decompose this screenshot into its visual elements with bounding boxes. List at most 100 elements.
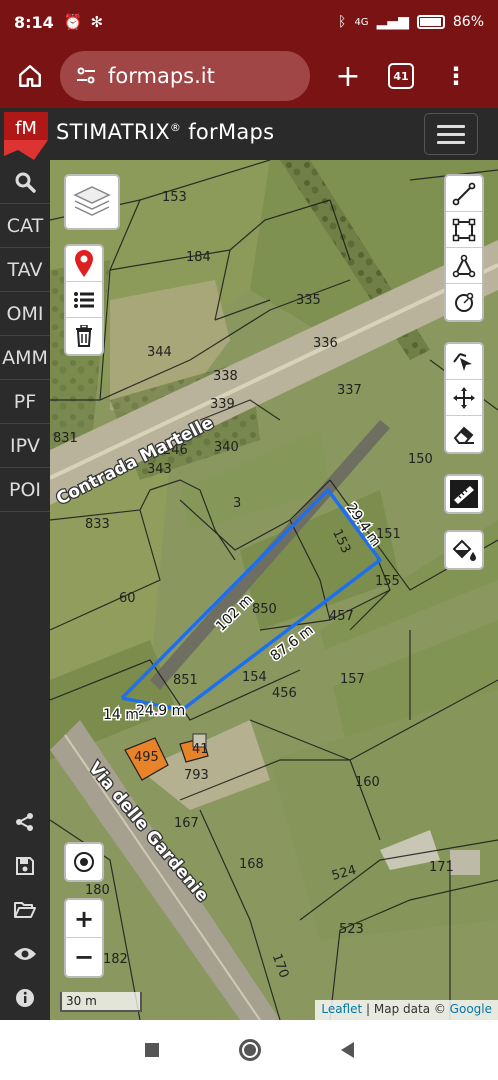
fill-color-button[interactable]: [444, 530, 484, 570]
measure-label: 14 m: [103, 707, 139, 723]
sidebar-item-cat[interactable]: CAT: [0, 204, 50, 248]
parcel-label: 340: [214, 440, 239, 455]
marker-toolbar: [64, 244, 104, 356]
draw-circle-button[interactable]: [446, 284, 482, 320]
parcel-label: 833: [85, 517, 110, 532]
parcel-label: 167: [174, 816, 199, 831]
save-button[interactable]: [0, 844, 50, 888]
polyline-icon: [452, 182, 476, 205]
zoom-control: + −: [64, 898, 104, 978]
app-header: fM STIMATRIX® forMaps: [0, 108, 498, 160]
home-system-button[interactable]: [238, 1039, 261, 1061]
leaflet-link[interactable]: Leaflet: [321, 1002, 362, 1016]
recent-apps-button[interactable]: [144, 1043, 159, 1057]
parcel-label: 184: [186, 250, 211, 265]
sidebar-item-tav[interactable]: TAV: [0, 248, 50, 292]
parcel-label: 154: [242, 670, 267, 685]
google-link[interactable]: Google: [450, 1002, 492, 1016]
locate-icon: [74, 852, 94, 872]
network-type: 4G: [354, 16, 369, 28]
locate-me-button[interactable]: [64, 842, 104, 882]
add-marker-button[interactable]: [66, 246, 102, 282]
draw-polygon-button[interactable]: [446, 248, 482, 284]
edit-vertices-button[interactable]: [446, 344, 482, 380]
parcel-label: 457: [329, 609, 354, 624]
home-icon: [19, 65, 41, 87]
battery-percent: 86%: [452, 14, 484, 30]
share-button[interactable]: [0, 800, 50, 844]
search-button[interactable]: [0, 160, 50, 204]
parcel-label: 336: [313, 336, 338, 351]
app-title: STIMATRIX® forMaps: [56, 120, 275, 144]
satellite-map[interactable]: 153 184 335 336 344 338 339 337 246 340 …: [50, 160, 498, 1020]
sync-icon: ✻: [90, 13, 104, 31]
open-folder-button[interactable]: [0, 888, 50, 932]
info-button[interactable]: [0, 976, 50, 1020]
move-icon: [453, 386, 475, 409]
edit-cursor-icon: [453, 352, 472, 371]
polygon-icon: [452, 254, 476, 277]
measure-label: 24.9 m: [136, 703, 185, 719]
alarm-icon: ⏰: [63, 13, 83, 31]
eraser-icon: [453, 426, 474, 444]
parcel-label: 456: [272, 686, 297, 701]
layers-icon: [73, 186, 111, 216]
parcel-label: 182: [103, 952, 128, 967]
visibility-button[interactable]: [0, 932, 50, 976]
measure-tool-button[interactable]: [444, 474, 484, 514]
sidebar-item-poi[interactable]: POI: [0, 468, 50, 512]
browser-toolbar: formaps.it + 41 ⋮: [0, 44, 498, 108]
list-icon: [74, 291, 94, 308]
parcel-label: 41: [192, 742, 209, 757]
url-text: formaps.it: [108, 64, 215, 88]
paint-bucket-icon: [452, 539, 476, 561]
map-attribution: Leaflet | Map data © Google: [315, 1000, 498, 1020]
parcel-label: 150: [408, 452, 433, 467]
rectangle-icon: [452, 218, 476, 241]
parcel-label: 523: [339, 922, 364, 937]
sidebar: CAT TAV OMI AMM PF IPV POI: [0, 160, 50, 1020]
save-icon: [16, 857, 34, 875]
sidebar-item-amm[interactable]: AMM: [0, 336, 50, 380]
sidebar-item-ipv[interactable]: IPV: [0, 424, 50, 468]
zoom-out-button[interactable]: −: [66, 938, 102, 976]
parcel-label: 155: [375, 574, 400, 589]
layers-button[interactable]: [64, 174, 120, 230]
sidebar-item-omi[interactable]: OMI: [0, 292, 50, 336]
parcel-label: 3: [233, 496, 241, 511]
parcel-label: 168: [239, 857, 264, 872]
parcel-label: 338: [213, 369, 238, 384]
bluetooth-icon: ᛒ: [338, 14, 347, 30]
parcel-label: 831: [53, 431, 78, 446]
map-view[interactable]: 153 184 335 336 344 338 339 337 246 340 …: [50, 160, 498, 1020]
parcel-label: 850: [252, 602, 277, 617]
draw-line-button[interactable]: [446, 176, 482, 212]
signal-icon: ▂▄▆: [376, 14, 409, 30]
marker-list-button[interactable]: [66, 282, 102, 318]
sidebar-item-pf[interactable]: PF: [0, 380, 50, 424]
edit-toolbar: [444, 342, 484, 454]
app-menu-button[interactable]: [424, 113, 478, 155]
parcel-label: 60: [119, 591, 136, 606]
new-tab-button[interactable]: +: [330, 59, 366, 94]
search-icon: [15, 172, 36, 193]
zoom-in-button[interactable]: +: [66, 900, 102, 938]
url-bar[interactable]: formaps.it: [60, 51, 310, 101]
site-settings-icon[interactable]: [76, 67, 96, 85]
parcel-label: 339: [210, 397, 235, 412]
trash-icon: [76, 325, 92, 347]
move-button[interactable]: [446, 380, 482, 416]
home-button[interactable]: [12, 58, 48, 94]
back-button[interactable]: [340, 1042, 354, 1058]
battery-icon: [416, 15, 445, 29]
map-pin-icon: [75, 249, 93, 277]
draw-rectangle-button[interactable]: [446, 212, 482, 248]
browser-menu-button[interactable]: ⋮: [444, 62, 468, 90]
tab-switcher-button[interactable]: 41: [388, 63, 414, 89]
parcel-label: 153: [162, 190, 187, 205]
erase-button[interactable]: [446, 416, 482, 452]
delete-marker-button[interactable]: [66, 318, 102, 354]
folder-open-icon: [14, 902, 36, 918]
ruler-icon: [450, 480, 478, 508]
scale-bar: 30 m: [60, 992, 142, 1012]
